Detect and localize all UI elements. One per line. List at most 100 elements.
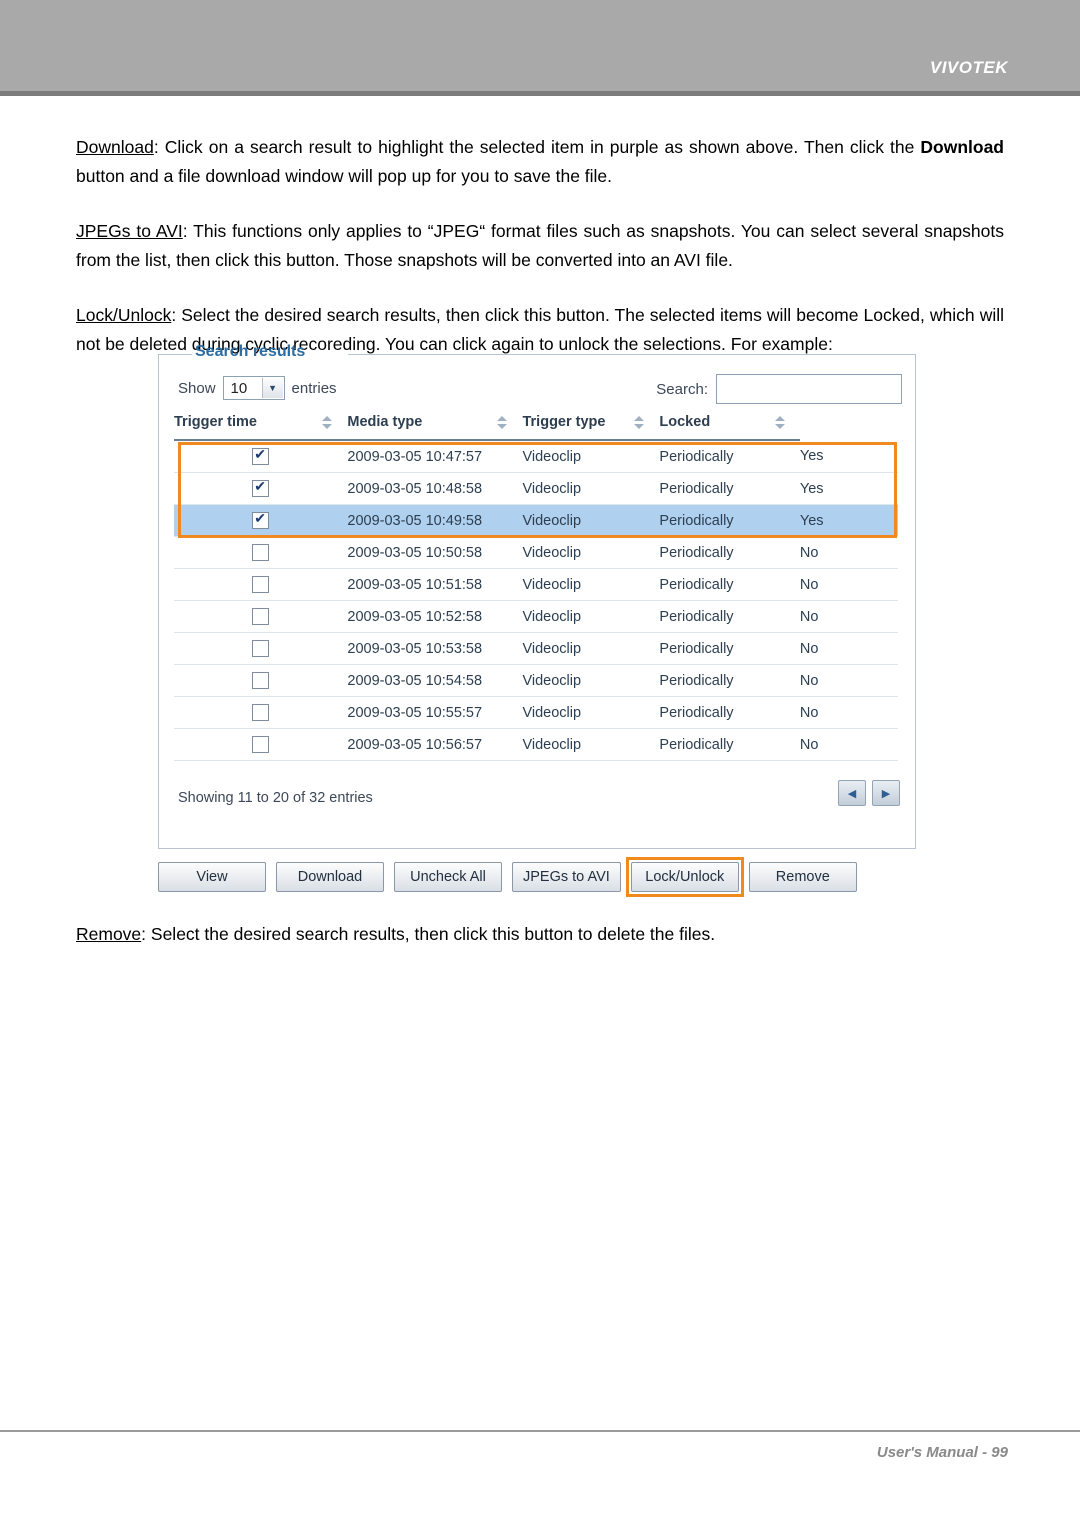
row-checkbox-cell[interactable] — [174, 600, 348, 633]
row-checkbox-cell[interactable] — [174, 472, 348, 505]
button-wrapper-remove: Remove — [748, 862, 857, 892]
table-row[interactable]: 2009-03-05 10:56:57 Videoclip Periodically… — [174, 728, 898, 761]
term-lock-unlock: Lock/Unlock — [76, 305, 172, 325]
cell-trigger-time: 2009-03-05 10:51:58 — [347, 568, 523, 601]
row-checkbox[interactable] — [252, 672, 270, 689]
cell-media-type: Videoclip — [522, 600, 660, 633]
paragraph-remove: Remove: Select the desired search result… — [76, 920, 1004, 949]
table-body: 2009-03-05 10:47:57VideoclipPeriodically… — [174, 440, 898, 761]
paragraph-jpegs-to-avi: JPEGs to AVI: This functions only applie… — [76, 217, 1004, 275]
cell-locked: Yes — [799, 472, 898, 505]
search-results-table: Trigger time Media type Trigger type Loc… — [174, 408, 898, 761]
cell-trigger-type: Periodically — [659, 568, 800, 601]
column-header-trigger-type[interactable]: Trigger type — [522, 408, 660, 441]
table-row[interactable]: 2009-03-05 10:47:57VideoclipPeriodically… — [174, 440, 898, 473]
cell-trigger-time: 2009-03-05 10:47:57 — [347, 440, 523, 473]
pagination-controls: ◀ ▶ — [838, 780, 900, 806]
sort-icon[interactable] — [322, 416, 333, 429]
button-wrapper-lock-unlock: Lock/Unlock — [625, 857, 744, 897]
search-label: Search: — [656, 380, 708, 398]
cell-trigger-time: 2009-03-05 10:48:58 — [347, 472, 523, 505]
view-button[interactable]: View — [158, 862, 266, 892]
column-header-trigger-time[interactable]: Trigger time — [174, 408, 348, 441]
jpegs-to-avi-button[interactable]: JPEGs to AVI — [512, 862, 621, 892]
entries-per-page-value: 10 — [230, 379, 248, 397]
previous-page-button[interactable]: ◀ — [838, 780, 866, 806]
panel-border-top-left — [158, 354, 192, 355]
sort-icon[interactable] — [497, 416, 508, 429]
row-checkbox[interactable] — [252, 640, 270, 657]
paragraph-remove-text: : Select the desired search results, the… — [141, 924, 716, 944]
row-checkbox[interactable] — [252, 446, 270, 465]
paragraph-download-bold: Download — [920, 137, 1004, 157]
row-checkbox[interactable] — [252, 608, 270, 625]
cell-trigger-type: Periodically — [659, 472, 800, 505]
search-input[interactable] — [716, 374, 902, 404]
cell-trigger-type: Periodically — [659, 504, 800, 537]
table-row[interactable]: 2009-03-05 10:50:58 Videoclip Periodically… — [174, 536, 898, 569]
paragraph-download: Download: Click on a search result to hi… — [76, 133, 1004, 191]
brand-logo: VIVOTEK — [929, 58, 1008, 77]
row-checkbox[interactable] — [252, 704, 270, 721]
showing-entries-label: Showing 11 to 20 of 32 entries — [178, 790, 373, 806]
paragraph-download-text2: button and a file download window will p… — [76, 166, 613, 186]
cell-trigger-time: 2009-03-05 10:55:57 — [347, 696, 523, 729]
cell-locked: No — [799, 568, 898, 601]
cell-media-type: Videoclip — [522, 728, 660, 761]
table-row[interactable]: 2009-03-05 10:51:58 Videoclip Periodically… — [174, 568, 898, 601]
row-checkbox[interactable] — [252, 510, 270, 529]
table-row[interactable]: 2009-03-05 10:53:58 Videoclip Periodically… — [174, 632, 898, 665]
table-row[interactable]: 2009-03-05 10:52:58 Videoclip Periodically… — [174, 600, 898, 633]
row-checkbox-cell[interactable] — [174, 568, 348, 601]
paragraph-jpegs-text: : This functions only applies to “JPEG“ … — [76, 221, 1004, 270]
cell-trigger-time: 2009-03-05 10:56:57 — [347, 728, 523, 761]
header-divider — [0, 91, 1080, 96]
row-checkbox[interactable] — [252, 576, 270, 593]
button-wrapper-jpegs-to-avi: JPEGs to AVI — [512, 862, 621, 892]
cell-media-type: Videoclip — [522, 664, 660, 697]
cell-media-type: Videoclip — [522, 568, 660, 601]
column-header-media-type[interactable]: Media type — [347, 408, 523, 441]
search-results-screenshot: Search results Show 10 ▼ entries Search:… — [158, 340, 918, 903]
page-header: VIVOTEK — [0, 0, 1080, 91]
table-row[interactable]: 2009-03-05 10:49:58VideoclipPeriodically… — [174, 504, 898, 537]
sort-icon[interactable] — [774, 416, 786, 429]
table-row[interactable]: 2009-03-05 10:54:58 Videoclip Periodically… — [174, 664, 898, 697]
panel-border-top-right — [348, 354, 915, 355]
entries-per-page-select[interactable]: 10 ▼ — [222, 376, 285, 400]
column-header-locked[interactable]: Locked — [659, 408, 800, 441]
cell-trigger-type: Periodically — [659, 440, 800, 473]
cell-media-type: Videoclip — [522, 504, 660, 537]
uncheck-all-button[interactable]: Uncheck All — [394, 862, 502, 892]
table-row[interactable]: 2009-03-05 10:48:58VideoclipPeriodically… — [174, 472, 898, 505]
button-wrapper-download: Download — [276, 862, 384, 892]
row-checkbox-cell[interactable] — [174, 504, 348, 537]
row-checkbox-cell[interactable] — [174, 696, 348, 729]
cell-trigger-type: Periodically — [659, 728, 800, 761]
cell-trigger-type: Periodically — [659, 696, 800, 729]
row-checkbox[interactable] — [252, 544, 270, 561]
cell-media-type: Videoclip — [522, 440, 660, 473]
cell-locked: Yes — [799, 504, 898, 537]
table-header-row: Trigger time Media type Trigger type Loc… — [174, 408, 898, 441]
row-checkbox-cell[interactable] — [174, 440, 348, 473]
row-checkbox-cell[interactable] — [174, 728, 348, 761]
term-download: Download — [76, 137, 154, 157]
cell-locked: Yes — [799, 440, 898, 473]
row-checkbox[interactable] — [252, 736, 270, 753]
cell-trigger-time: 2009-03-05 10:50:58 — [347, 536, 523, 569]
remove-button[interactable]: Remove — [748, 862, 857, 892]
table-row[interactable]: 2009-03-05 10:55:57 Videoclip Periodically… — [174, 696, 898, 729]
download-button[interactable]: Download — [276, 862, 384, 892]
cell-trigger-time: 2009-03-05 10:52:58 — [347, 600, 523, 633]
row-checkbox[interactable] — [252, 478, 270, 497]
cell-trigger-time: 2009-03-05 10:53:58 — [347, 632, 523, 665]
row-checkbox-cell[interactable] — [174, 664, 348, 697]
cell-trigger-type: Periodically — [659, 536, 800, 569]
sort-icon[interactable] — [634, 416, 645, 429]
search-control: Search: — [656, 374, 902, 404]
row-checkbox-cell[interactable] — [174, 632, 348, 665]
next-page-button[interactable]: ▶ — [872, 780, 900, 806]
row-checkbox-cell[interactable] — [174, 536, 348, 569]
cell-trigger-time: 2009-03-05 10:49:58 — [347, 504, 523, 537]
